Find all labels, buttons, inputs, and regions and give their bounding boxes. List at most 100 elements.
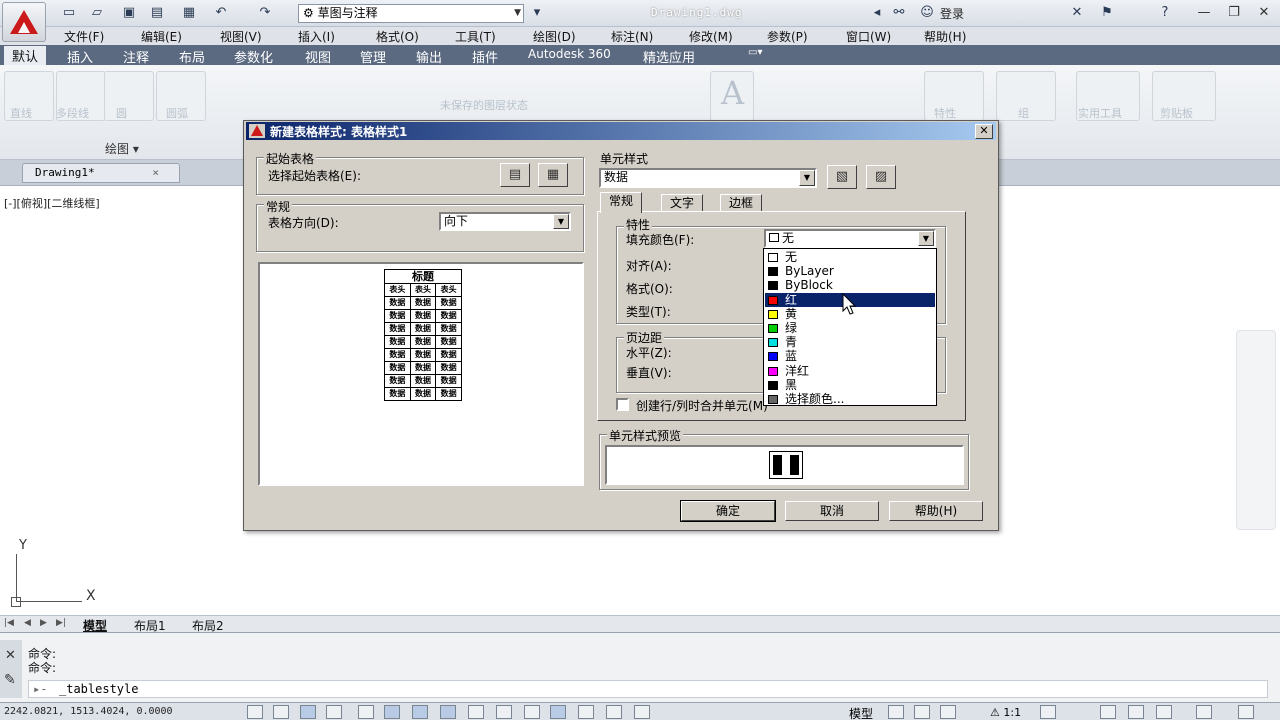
command-input[interactable]: ▸- _tablestyle xyxy=(28,680,1268,698)
close-icon[interactable]: ✕ xyxy=(975,124,993,139)
menu-help[interactable]: 帮助(H) xyxy=(924,28,966,45)
3d-object-snap-icon[interactable] xyxy=(412,705,428,719)
ribbon-tab-view[interactable]: 视图 xyxy=(305,47,331,66)
color-option[interactable]: 黑 xyxy=(765,378,935,392)
ok-button[interactable]: 确定 xyxy=(680,500,776,522)
color-option[interactable]: ByLayer xyxy=(765,264,935,278)
menu-parametric[interactable]: 参数(P) xyxy=(767,28,808,45)
print-icon[interactable]: ▦ xyxy=(180,5,198,21)
save-as-icon[interactable]: ▤ xyxy=(148,5,166,21)
ribbon-tab-insert[interactable]: 插入 xyxy=(67,47,93,66)
object-snap-tracking-icon[interactable] xyxy=(440,705,456,719)
restore-icon[interactable]: ❐ xyxy=(1222,4,1246,22)
color-option[interactable]: 青 xyxy=(765,335,935,349)
pan-icon[interactable] xyxy=(940,705,956,719)
customize-toolbar-icon[interactable]: ▾ xyxy=(528,5,546,21)
navigation-bar[interactable] xyxy=(1236,330,1276,530)
annotation-scale[interactable]: ⚠ 1:1 xyxy=(990,706,1021,719)
last-layout-icon[interactable]: ▶| xyxy=(56,618,66,628)
polar-tracking-icon[interactable] xyxy=(358,705,374,719)
workspace-switch-icon[interactable] xyxy=(1100,705,1116,719)
ribbon-tab-layout[interactable]: 布局 xyxy=(179,47,205,66)
menu-view[interactable]: 视图(V) xyxy=(220,28,262,45)
manage-cell-styles-icon[interactable]: ▨ xyxy=(866,165,896,189)
new-file-icon[interactable]: ▭ xyxy=(60,5,78,21)
merge-cells-checkbox[interactable] xyxy=(616,398,629,411)
ortho-mode-icon[interactable] xyxy=(326,705,342,719)
binoculars-icon[interactable]: ⚯ xyxy=(890,5,908,21)
selection-cycling-icon[interactable] xyxy=(606,705,622,719)
create-cell-style-icon[interactable]: ▧ xyxy=(827,165,857,189)
ribbon-tab-featured-apps[interactable]: 精选应用 xyxy=(643,47,695,66)
color-option[interactable]: 选择颜色... xyxy=(765,392,935,406)
quick-view-layouts-icon[interactable] xyxy=(888,705,904,719)
ribbon-tab-autodesk360[interactable]: Autodesk 360 xyxy=(528,47,611,61)
cancel-button[interactable]: 取消 xyxy=(785,501,879,521)
open-folder-icon[interactable]: ▱ xyxy=(88,5,106,21)
menu-window[interactable]: 窗口(W) xyxy=(846,28,891,45)
exchange-icon[interactable]: ✕ xyxy=(1068,5,1086,21)
quick-properties-icon[interactable] xyxy=(578,705,594,719)
table-direction-select[interactable]: 向下 ▼ xyxy=(439,212,571,231)
user-icon[interactable]: ☺ xyxy=(918,5,936,21)
text-tool-button[interactable]: A xyxy=(710,71,754,121)
close-tab-icon[interactable]: × xyxy=(152,164,159,182)
viewport-controls[interactable]: [-][俯视][二维线框] xyxy=(4,195,100,211)
lineweight-icon[interactable] xyxy=(524,705,540,719)
lock-icon[interactable] xyxy=(1128,705,1144,719)
ribbon-tab-home[interactable]: 默认 xyxy=(4,46,47,65)
infer-constraints-icon[interactable] xyxy=(247,705,263,719)
login-link[interactable]: 登录 xyxy=(940,5,964,22)
select-table-icon[interactable]: ▤ xyxy=(500,163,530,187)
color-option[interactable]: 无 xyxy=(765,250,935,264)
circle-tool-button[interactable] xyxy=(104,71,154,121)
grid-display-icon[interactable] xyxy=(300,705,316,719)
command-window-handle[interactable]: ✕ ✎ xyxy=(0,640,22,698)
tab-borders[interactable]: 边框 xyxy=(720,194,763,212)
ribbon-tab-manage[interactable]: 管理 xyxy=(360,47,386,66)
ribbon-tab-output[interactable]: 输出 xyxy=(416,47,442,66)
undo-icon[interactable]: ↶ xyxy=(212,5,230,21)
close-command-icon[interactable]: ✕ xyxy=(5,648,16,663)
help-icon[interactable]: ? xyxy=(1156,5,1174,21)
first-layout-icon[interactable]: |◀ xyxy=(4,618,14,628)
redo-icon[interactable]: ↷ xyxy=(256,5,274,21)
next-layout-icon[interactable]: ▶ xyxy=(40,618,47,628)
layer-state-combo[interactable]: 未保存的图层状态 xyxy=(440,97,528,113)
snap-mode-icon[interactable] xyxy=(273,705,289,719)
annotation-visibility-icon[interactable] xyxy=(1040,705,1056,719)
prev-layout-icon[interactable]: ◀ xyxy=(24,618,31,628)
dynamic-ucs-icon[interactable] xyxy=(468,705,484,719)
close-icon[interactable]: ✕ xyxy=(1252,4,1276,22)
cell-style-select[interactable]: 数据 ▼ xyxy=(599,168,817,188)
tab-general[interactable]: 常规 xyxy=(600,192,643,213)
color-option[interactable]: 绿 xyxy=(765,321,935,335)
help-button[interactable]: 帮助(H) xyxy=(889,501,983,521)
wrench-icon[interactable]: ✎ xyxy=(4,672,16,688)
color-option[interactable]: 蓝 xyxy=(765,349,935,363)
menu-file[interactable]: 文件(F) xyxy=(64,28,104,45)
menu-draw[interactable]: 绘图(D) xyxy=(533,28,576,45)
clean-screen-icon[interactable] xyxy=(1238,705,1254,719)
isolate-objects-icon[interactable] xyxy=(1196,705,1212,719)
menu-format[interactable]: 格式(O) xyxy=(376,28,419,45)
hardware-acceleration-icon[interactable] xyxy=(1156,705,1172,719)
tab-text[interactable]: 文字 xyxy=(661,194,704,212)
ribbon-minimize-icon[interactable]: ▭▾ xyxy=(748,47,762,58)
minimize-icon[interactable]: — xyxy=(1192,4,1216,22)
color-option[interactable]: ByBlock xyxy=(765,278,935,292)
menu-dimension[interactable]: 标注(N) xyxy=(611,28,653,45)
transparency-icon[interactable] xyxy=(550,705,566,719)
menu-insert[interactable]: 插入(I) xyxy=(298,28,335,45)
annotation-monitor-icon[interactable] xyxy=(634,705,650,719)
application-menu-logo[interactable] xyxy=(2,2,46,42)
menu-edit[interactable]: 编辑(E) xyxy=(141,28,182,45)
save-icon[interactable]: ▣ xyxy=(120,5,138,21)
fill-color-select[interactable]: 无 ▼ xyxy=(764,229,936,248)
drawing-file-tab[interactable]: Drawing1* × xyxy=(22,163,180,183)
model-space-button[interactable]: 模型 xyxy=(849,705,873,720)
menu-tools[interactable]: 工具(T) xyxy=(455,28,496,45)
ribbon-tab-parametric[interactable]: 参数化 xyxy=(234,47,273,66)
dynamic-input-icon[interactable] xyxy=(496,705,512,719)
dialog-title-bar[interactable]: 新建表格样式: 表格样式1 ✕ xyxy=(246,122,996,140)
